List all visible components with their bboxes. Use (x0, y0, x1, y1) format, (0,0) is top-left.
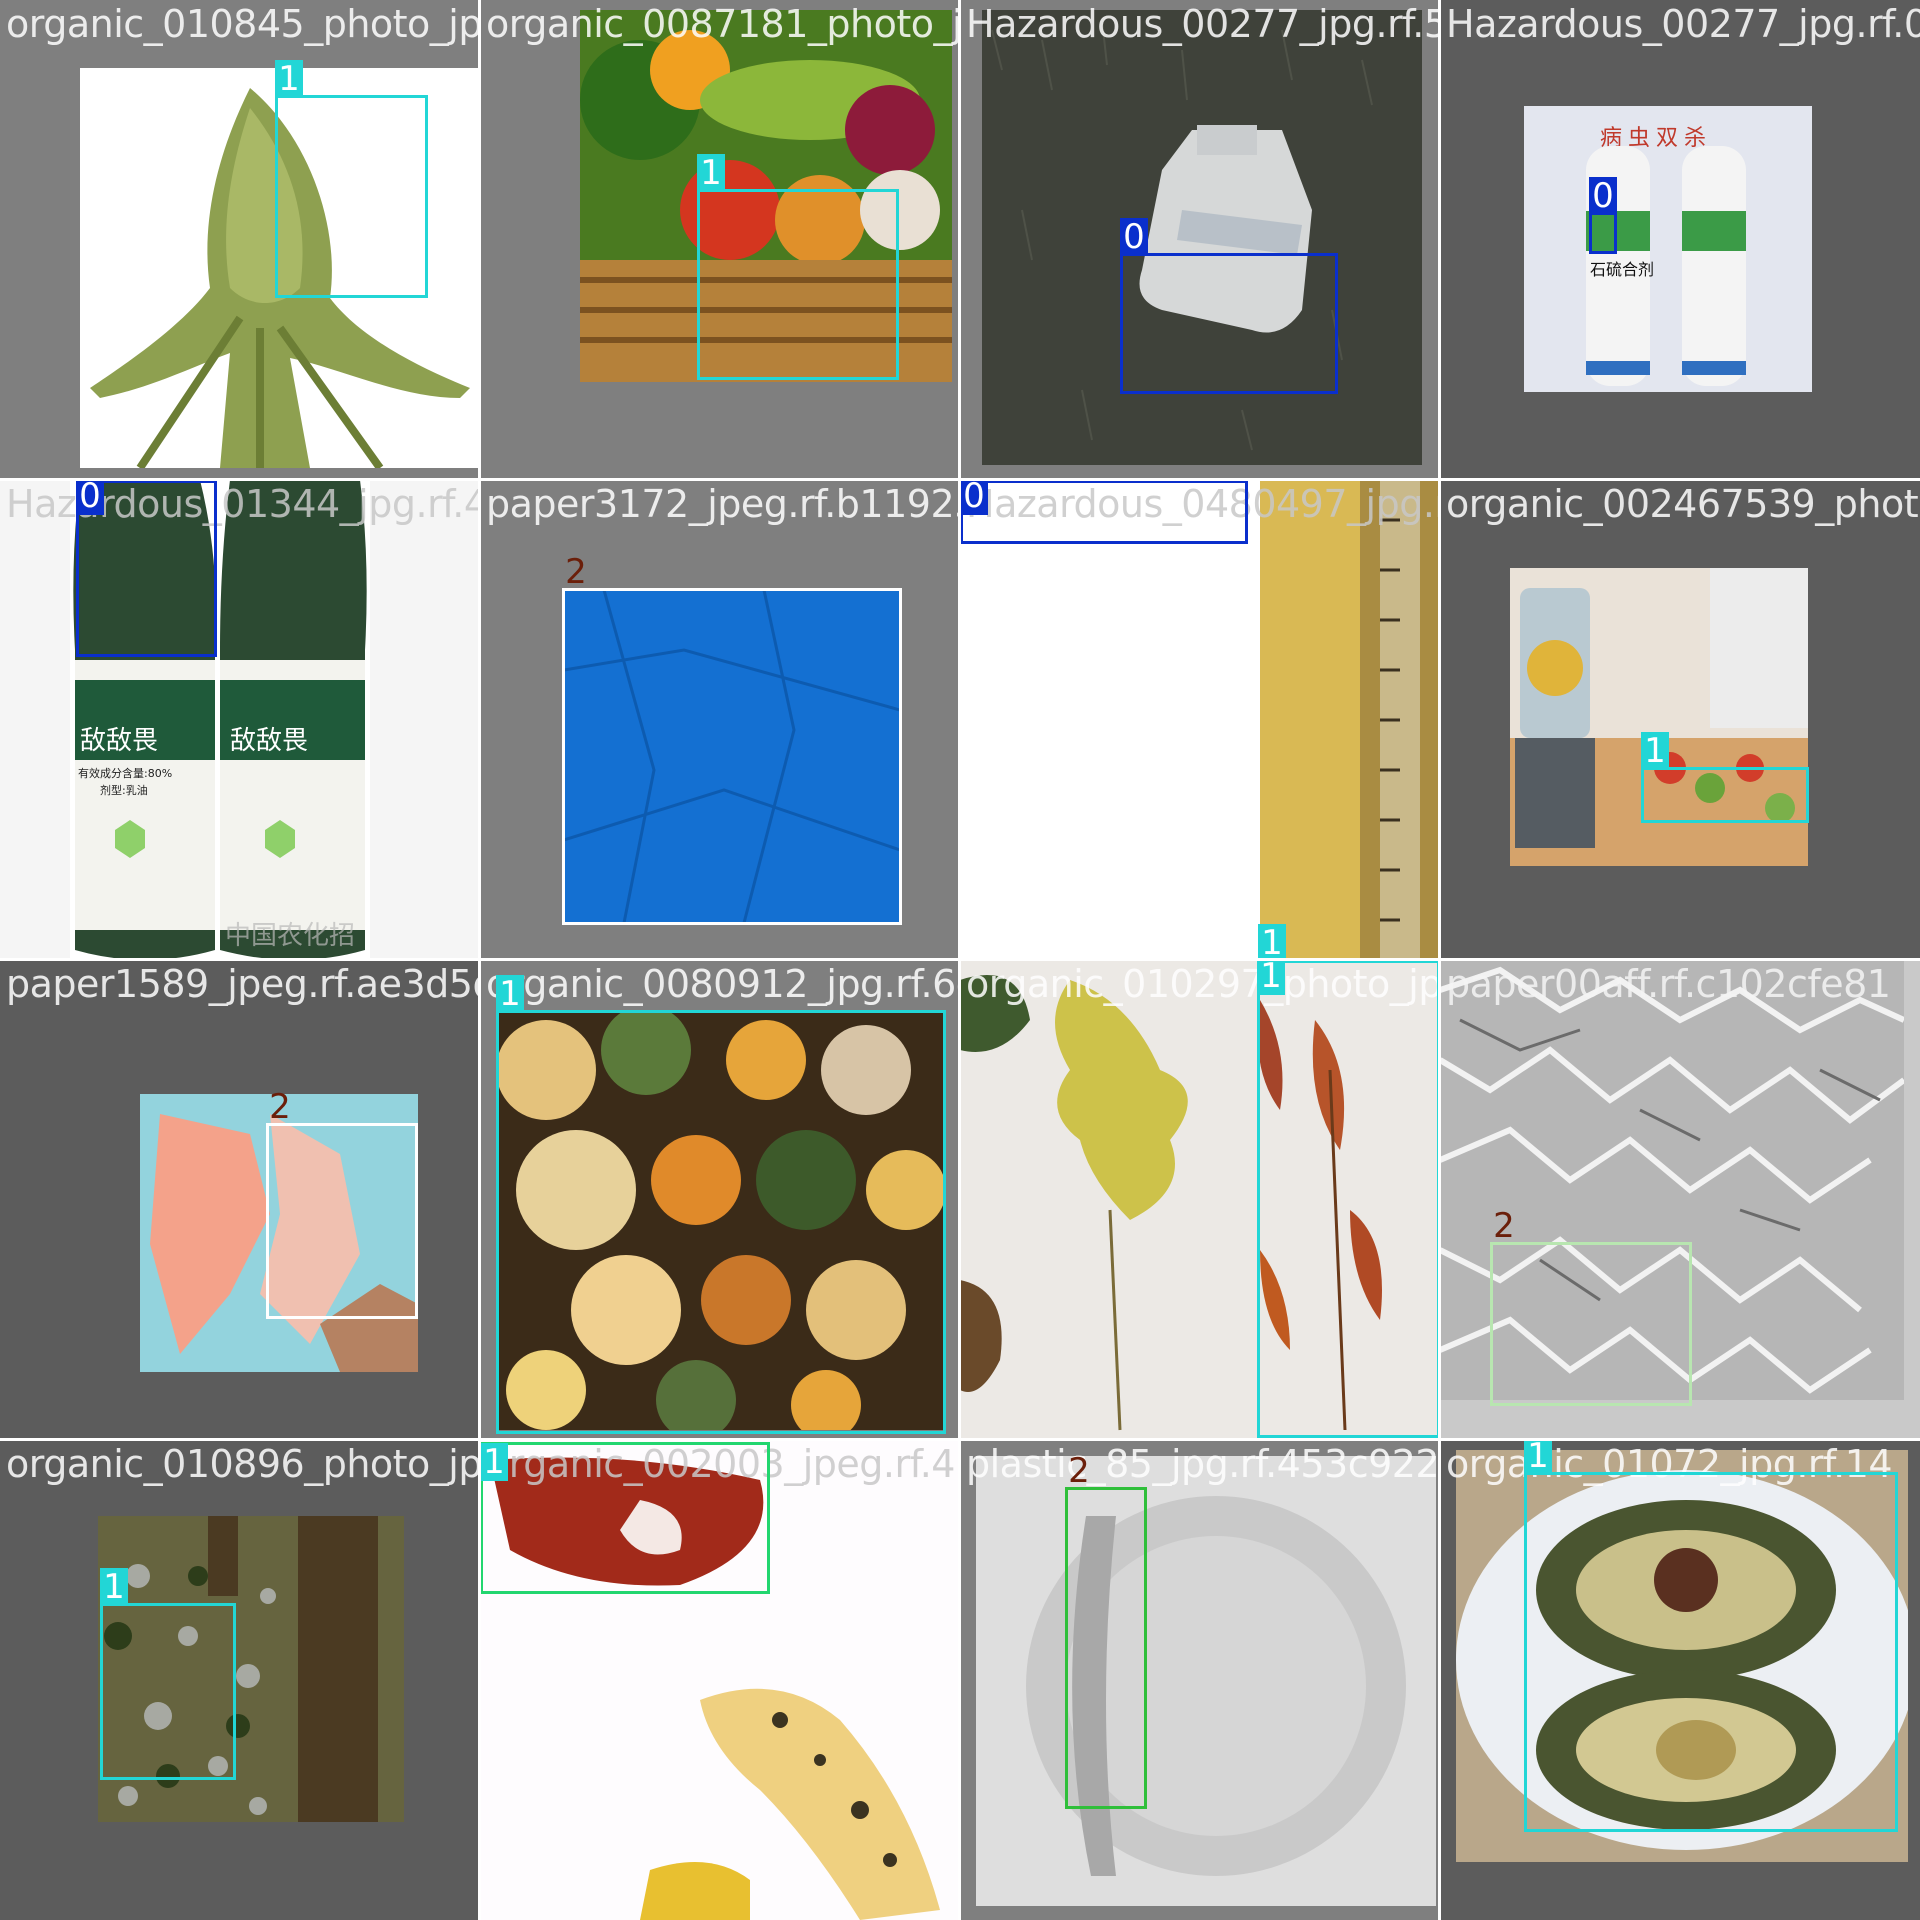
bounding-box: 0 (960, 480, 1248, 544)
bounding-box: 1 (697, 154, 899, 380)
class-label: 1 (275, 60, 303, 98)
tile-9: organic_0080912_jpg.rf.6d5c853 1 (480, 960, 960, 1440)
class-label: 0 (76, 480, 104, 515)
watermark-text: 中国农化招商网 (225, 921, 356, 960)
tile-filename: Hazardous_00277_jpg.rf.0ec (1446, 2, 1920, 46)
tile-0: organic_010845_photo_jpg.rf.cab0b48741f0… (0, 0, 480, 480)
product-name: 石硫合剂 (1590, 260, 1655, 279)
bounding-box: 0 (1120, 218, 1338, 394)
bounding-box: 2 (562, 553, 902, 925)
tile-filename: organic_010845_photo_jpg.rf.cab0b48741f0… (6, 2, 480, 46)
tile-7: organic_002467539_photo_jpg.r 1 (1440, 480, 1920, 960)
product-form: 剂型:乳油 (100, 784, 148, 797)
class-label: 1 (1258, 924, 1286, 960)
tile-11: paper00aff.rf.c102cfe81 2 (1440, 960, 1920, 1440)
bounding-box: 2 (1065, 1452, 1147, 1809)
class-label: 1 (100, 1568, 128, 1606)
class-label: 0 (960, 480, 988, 515)
grid-separator (0, 958, 1920, 961)
bounding-box: 1 (1524, 1440, 1898, 1832)
tile-filename: paper3172_jpeg.rf.b119256f (486, 482, 960, 526)
tile-filename: organic_0080912_jpg.rf.6d5c853 (486, 962, 960, 1006)
tile-4: 敌敌畏 敌敌畏 有效成分含量:80% 剂型:乳油 中国农化招商网 Hazardo… (0, 480, 480, 960)
product-name: 敌敌畏 (230, 726, 309, 756)
class-label: 1 (480, 1443, 508, 1481)
tile-15: organic_01072_jpg.rf.14 1 (1440, 1440, 1920, 1920)
bounding-box: 1 (496, 975, 946, 1434)
class-label: 1 (496, 975, 524, 1013)
tile-5: paper3172_jpeg.rf.b119256f 2 (480, 480, 960, 960)
tile-2: Hazardous_00277_jpg.rf.5c6eae6bb40a63749… (960, 0, 1440, 480)
tile-1: organic_0087181_photo_jpg.rf.e8a123 1 (480, 0, 960, 480)
tile-6: Hazardous_0480497_jpg.rf.7ec1236d 0 1 (960, 480, 1440, 960)
class-label: 1 (697, 154, 725, 192)
class-label: 1 (1524, 1440, 1552, 1475)
bounding-box: 1 (1641, 732, 1809, 823)
class-label: 2 (1068, 1451, 1090, 1491)
tile-13: organic_002003_jpeg.rf.4 1 (480, 1440, 960, 1920)
tile-14: plastic_85_jpg.rf.453c92299 2 (960, 1440, 1440, 1920)
class-label: 0 (1120, 218, 1148, 256)
tile-image (976, 1456, 1436, 1906)
bounding-box: 2 (1490, 1207, 1692, 1406)
bounding-box: 2 (266, 1088, 418, 1319)
tile-12: organic_010896_photo_jpg.r 1 (0, 1440, 480, 1920)
class-label: 1 (1257, 960, 1285, 995)
detection-batch-grid: organic_010845_photo_jpg.rf.cab0b48741f0… (0, 0, 1920, 1920)
tile-3: 病虫双杀 石硫合剂 Hazardous_00277_jpg.rf.0ec 0 (1440, 0, 1920, 480)
bounding-box: 1 (275, 60, 428, 298)
tile-filename: organic_010896_photo_jpg.r (6, 1442, 480, 1486)
grid-separator (0, 478, 1920, 481)
tile-filename: organic_002467539_photo_jpg.r (1446, 482, 1920, 526)
bounding-box: 0 (1589, 177, 1617, 254)
bounding-box: 1 (100, 1568, 236, 1780)
bounding-box: 0 (76, 480, 217, 657)
grid-separator (0, 1438, 1920, 1441)
tile-image: 病虫双杀 石硫合剂 (1524, 106, 1812, 392)
tile-image (1260, 480, 1440, 960)
bounding-box: 1 (1257, 960, 1440, 1438)
bounding-box: 1 (480, 1442, 770, 1594)
product-name: 敌敌畏 (80, 726, 159, 756)
class-label: 0 (1589, 177, 1617, 215)
class-label: 1 (1641, 732, 1669, 770)
class-label: 2 (269, 1087, 291, 1127)
class-label: 2 (565, 552, 587, 592)
tile-filename: paper1589_jpeg.rf.ae3d5de1b (6, 962, 480, 1006)
class-label: 2 (1493, 1206, 1515, 1246)
product-content: 有效成分含量:80% (78, 767, 173, 780)
tile-10: organic_010297_photo_jpg. 1 (960, 960, 1440, 1440)
tile-image (982, 10, 1422, 465)
tile-8: paper1589_jpeg.rf.ae3d5de1b 2 (0, 960, 480, 1440)
